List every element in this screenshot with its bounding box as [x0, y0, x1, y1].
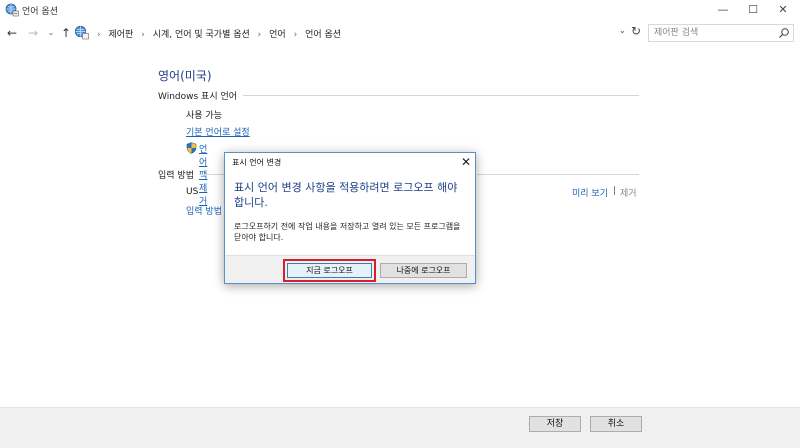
- dialog-title: 표시 언어 변경: [232, 158, 282, 167]
- page-title: 영어(미국): [158, 69, 212, 83]
- logoff-later-button[interactable]: 나중에 로그오프: [380, 263, 467, 278]
- address-bar[interactable]: › 제어판 › 시계, 언어 및 국가별 옵션 › 언어 › 언어 옵션 ⌄ ↻: [74, 24, 642, 42]
- windows-display-language-heading: Windows 표시 언어: [158, 92, 238, 102]
- up-button[interactable]: ↑: [59, 22, 73, 44]
- control-panel-icon: [74, 25, 89, 40]
- maximize-button[interactable]: ☐: [738, 0, 768, 20]
- window-title: 언어 옵션: [22, 7, 58, 17]
- set-default-language-link[interactable]: 기본 언어로 설정: [186, 125, 250, 138]
- input-method-name: US: [186, 187, 199, 197]
- breadcrumb-separator-icon: ›: [141, 30, 145, 40]
- dialog-close-icon[interactable]: ✕: [458, 154, 474, 170]
- uac-shield-icon: [186, 142, 197, 154]
- search-icon[interactable]: [778, 27, 790, 39]
- dialog-message: 로그오프하기 전에 작업 내용을 저장하고 열려 있는 모든 프로그램을 닫아야…: [234, 222, 461, 242]
- logoff-now-button[interactable]: 지금 로그오프: [287, 263, 372, 278]
- dialog-button-bar: 지금 로그오프 나중에 로그오프: [225, 255, 475, 283]
- section-divider: [243, 95, 639, 96]
- section-divider: [477, 174, 639, 175]
- search-input[interactable]: [654, 27, 774, 39]
- link-separator: |: [613, 186, 617, 196]
- save-button[interactable]: 저장: [529, 416, 581, 432]
- forward-button[interactable]: →: [26, 22, 40, 44]
- address-dropdown-icon[interactable]: ⌄: [619, 26, 626, 35]
- refresh-button[interactable]: ↻: [631, 24, 641, 38]
- breadcrumb-item-control-panel[interactable]: 제어판: [108, 30, 133, 40]
- remove-input-method-link[interactable]: 제거: [620, 186, 637, 199]
- recent-locations-button[interactable]: ⌄: [44, 22, 58, 44]
- breadcrumb-separator-icon: ›: [97, 30, 101, 40]
- search-box[interactable]: [648, 24, 794, 42]
- bottom-action-bar: 저장 취소: [0, 407, 800, 448]
- language-options-app-icon: [5, 3, 19, 17]
- minimize-button[interactable]: —: [708, 0, 738, 20]
- input-method-heading: 입력 방법: [158, 171, 194, 181]
- cancel-button[interactable]: 취소: [590, 416, 642, 432]
- breadcrumb-item-language[interactable]: 언어: [269, 30, 286, 40]
- breadcrumb-item-clock-language[interactable]: 시계, 언어 및 국가별 옵션: [153, 30, 250, 40]
- breadcrumb: › 제어판 › 시계, 언어 및 국가별 옵션 › 언어 › 언어 옵션: [92, 27, 341, 40]
- language-status-text: 사용 가능: [186, 111, 222, 121]
- close-button[interactable]: ✕: [768, 0, 798, 20]
- dialog-heading: 표시 언어 변경 사항을 적용하려면 로그오프 해야 합니다.: [234, 181, 458, 209]
- change-display-language-dialog: 표시 언어 변경 ✕ 표시 언어 변경 사항을 적용하려면 로그오프 해야 합니…: [224, 152, 476, 284]
- back-button[interactable]: ←: [5, 22, 19, 44]
- breadcrumb-item-language-options[interactable]: 언어 옵션: [305, 30, 341, 40]
- section-divider: [199, 174, 225, 175]
- breadcrumb-separator-icon: ›: [257, 30, 262, 40]
- breadcrumb-separator-icon: ›: [293, 30, 298, 40]
- preview-link[interactable]: 미리 보기: [572, 186, 608, 199]
- title-bar: 언어 옵션 — ☐ ✕: [0, 0, 800, 20]
